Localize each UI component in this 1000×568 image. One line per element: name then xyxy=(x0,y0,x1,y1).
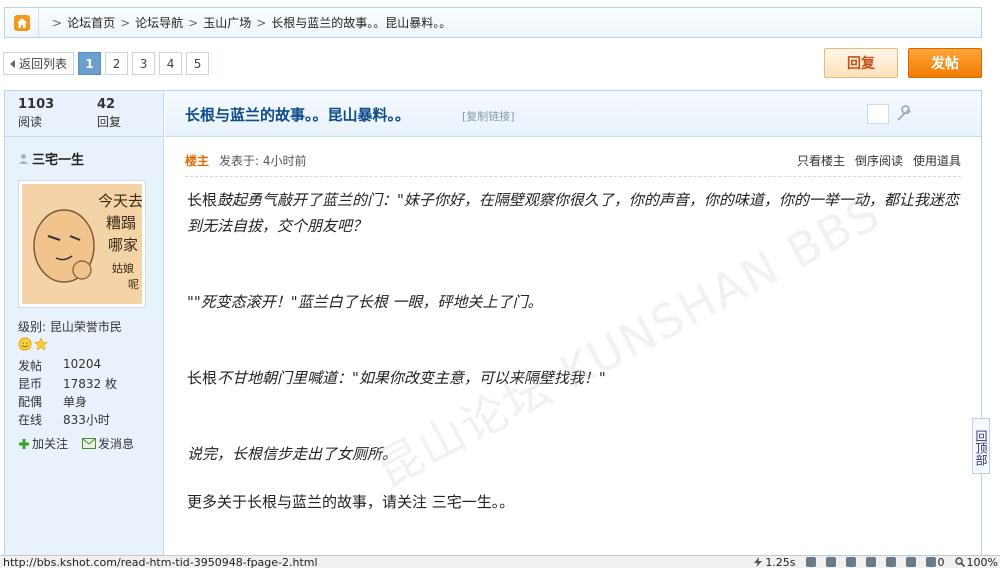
avatar-text-1: 今天去 xyxy=(98,192,142,210)
send-message-label: 发消息 xyxy=(98,437,135,451)
eye-icon[interactable] xyxy=(905,557,916,567)
owner-badge: 楼主 xyxy=(185,154,210,168)
magnifier-icon xyxy=(954,557,965,567)
shield-count: 0 xyxy=(937,555,945,568)
content-paragraph: 说完，长根信步走出了女厕所。 xyxy=(187,445,398,463)
breadcrumb: > 论坛首页 > 论坛导航 > 玉山广场 > 长根与蓝兰的故事。。昆山暴料。。 xyxy=(4,7,982,38)
info-key: 发帖 xyxy=(18,359,43,373)
lightning-icon xyxy=(754,557,763,567)
avatar[interactable]: 今天去 糟蹋 哪家 姑娘 呢 xyxy=(18,180,146,308)
avatar-text-3: 哪家 xyxy=(108,236,138,254)
wrench-icon[interactable] xyxy=(895,105,913,123)
breadcrumb-separator: > xyxy=(120,15,131,30)
pagination: 返回列表 1 2 3 4 5 xyxy=(3,52,210,75)
shield-counter[interactable]: 0 xyxy=(925,555,945,568)
replies-label: 回复 xyxy=(97,115,122,129)
star-icon xyxy=(34,337,48,351)
post-content: 长根鼓起勇气敲开了蓝兰的门："妹子你好，在隔壁观察你很久了，你的声音，你的味道，… xyxy=(187,187,967,515)
content-paragraph: ""死变态滚开！"蓝兰白了长根 一眼，砰地关上了门。 xyxy=(187,293,543,311)
printer-icon[interactable] xyxy=(885,557,896,567)
download-icon[interactable] xyxy=(845,557,856,567)
replies-count: 42 xyxy=(97,97,116,112)
pen-icon[interactable] xyxy=(805,557,816,567)
content-text: 不甘地朝门里喊道："如果你改变主意，可以来隔壁找我！" xyxy=(217,369,606,387)
post-meta: 楼主 发表于: 4小时前 只看楼主 倒序阅读 使用道具 xyxy=(185,149,961,177)
user-badges xyxy=(18,337,163,351)
plus-icon xyxy=(19,438,29,449)
person-icon[interactable] xyxy=(825,557,836,567)
avatar-text-5: 呢 xyxy=(128,278,139,291)
content-paragraph: 更多关于长根与蓝兰的故事，请关注 三宅一生。。 xyxy=(187,493,515,511)
page-1[interactable]: 1 xyxy=(78,52,102,75)
zoom-level: 100% xyxy=(966,555,998,568)
thread-header: 长根与蓝兰的故事。。昆山暴料。。 [复制链接] xyxy=(165,91,981,137)
user-level: 级别: 昆山荣誉市民 xyxy=(18,320,122,334)
info-key: 在线 xyxy=(18,413,43,427)
zoom-control[interactable]: 100% xyxy=(954,555,998,568)
triangle-left-icon xyxy=(10,59,15,68)
breadcrumb-board[interactable]: 玉山广场 xyxy=(203,14,251,31)
info-key: 昆币 xyxy=(18,377,43,391)
back-to-top-button[interactable]: 回顶部 xyxy=(972,418,990,474)
content-name: 长根 xyxy=(187,191,218,209)
spouse-value: 单身 xyxy=(63,395,88,409)
breadcrumb-forum-home[interactable]: 论坛首页 xyxy=(67,14,115,31)
envelope-icon xyxy=(82,438,97,449)
user-actions: 加关注 发消息 xyxy=(18,435,163,452)
page-4[interactable]: 4 xyxy=(159,52,183,75)
smiley-icon xyxy=(18,337,32,351)
user-info: 发帖 10204 昆币 17832 枚 配偶 单身 在线 833小时 xyxy=(18,357,163,429)
status-url: http://bbs.kshot.com/read-htm-tid-395094… xyxy=(3,555,318,568)
follow-label: 加关注 xyxy=(32,437,69,451)
only-owner-link[interactable]: 只看楼主 xyxy=(797,152,845,169)
thread-title: 长根与蓝兰的故事。。昆山暴料。。 xyxy=(185,106,411,124)
breadcrumb-separator: > xyxy=(256,15,267,30)
user-icon xyxy=(19,154,28,164)
content-paragraph: 长根鼓起勇气敲开了蓝兰的门："妹子你好，在隔壁观察你很久了，你的声音，你的味道，… xyxy=(187,187,967,239)
content-name: 长根 xyxy=(187,369,218,387)
load-time-value: 1.25s xyxy=(765,555,796,568)
thread-stats: 1103 阅读 42 回复 xyxy=(5,91,163,137)
coin-count: 17832 枚 xyxy=(63,377,117,391)
post-count: 10204 xyxy=(63,357,102,371)
breadcrumb-separator: > xyxy=(52,15,63,30)
send-message-button[interactable]: 发消息 xyxy=(82,435,134,452)
author-name-label: 三宅一生 xyxy=(32,153,85,168)
reverse-order-link[interactable]: 倒序阅读 xyxy=(855,152,903,169)
views-count: 1103 xyxy=(18,97,55,112)
checkbox-box[interactable] xyxy=(867,104,889,124)
info-key: 配偶 xyxy=(18,395,43,409)
load-time: 1.25s xyxy=(754,555,796,568)
posted-time: 发表于: 4小时前 xyxy=(219,154,307,168)
home-button[interactable] xyxy=(5,8,39,37)
page-5[interactable]: 5 xyxy=(186,52,210,75)
author-sidebar: 1103 阅读 42 回复 三宅一生 今天去 糟蹋 哪家 姑娘 呢 级别: 昆山… xyxy=(5,91,164,559)
follow-button[interactable]: 加关注 xyxy=(18,435,68,452)
avatar-text-2: 糟蹋 xyxy=(106,214,136,232)
views-label: 阅读 xyxy=(18,115,43,129)
content-text: 鼓起勇气敲开了蓝兰的门："妹子你好，在隔壁观察你很久了，你的声音，你的味道，你的… xyxy=(187,191,959,235)
copy-link-button[interactable]: [复制链接] xyxy=(462,108,515,124)
content-paragraph: 长根不甘地朝门里喊道："如果你改变主意，可以来隔壁找我！" xyxy=(187,365,967,391)
avatar-text-4: 姑娘 xyxy=(112,261,134,275)
back-to-list-label: 返回列表 xyxy=(19,57,68,71)
new-post-button[interactable]: 发帖 xyxy=(908,48,982,78)
shield-icon xyxy=(925,557,936,567)
breadcrumb-separator: > xyxy=(188,15,199,30)
page-2[interactable]: 2 xyxy=(105,52,129,75)
use-tools-link[interactable]: 使用道具 xyxy=(913,152,961,169)
settings-icon[interactable] xyxy=(865,557,876,567)
online-hours: 833小时 xyxy=(63,413,110,427)
page-3[interactable]: 3 xyxy=(132,52,156,75)
post-container: 1103 阅读 42 回复 三宅一生 今天去 糟蹋 哪家 姑娘 呢 级别: 昆山… xyxy=(4,90,982,560)
back-to-list-button[interactable]: 返回列表 xyxy=(3,52,75,75)
reply-button[interactable]: 回复 xyxy=(824,48,898,78)
browser-status-bar: http://bbs.kshot.com/read-htm-tid-395094… xyxy=(0,555,1000,568)
breadcrumb-thread[interactable]: 长根与蓝兰的故事。。昆山暴料。。 xyxy=(271,14,451,31)
breadcrumb-forum-nav[interactable]: 论坛导航 xyxy=(135,14,183,31)
author-name[interactable]: 三宅一生 xyxy=(18,149,163,168)
avatar-image: 今天去 糟蹋 哪家 姑娘 呢 xyxy=(22,184,142,304)
home-icon xyxy=(13,14,30,31)
